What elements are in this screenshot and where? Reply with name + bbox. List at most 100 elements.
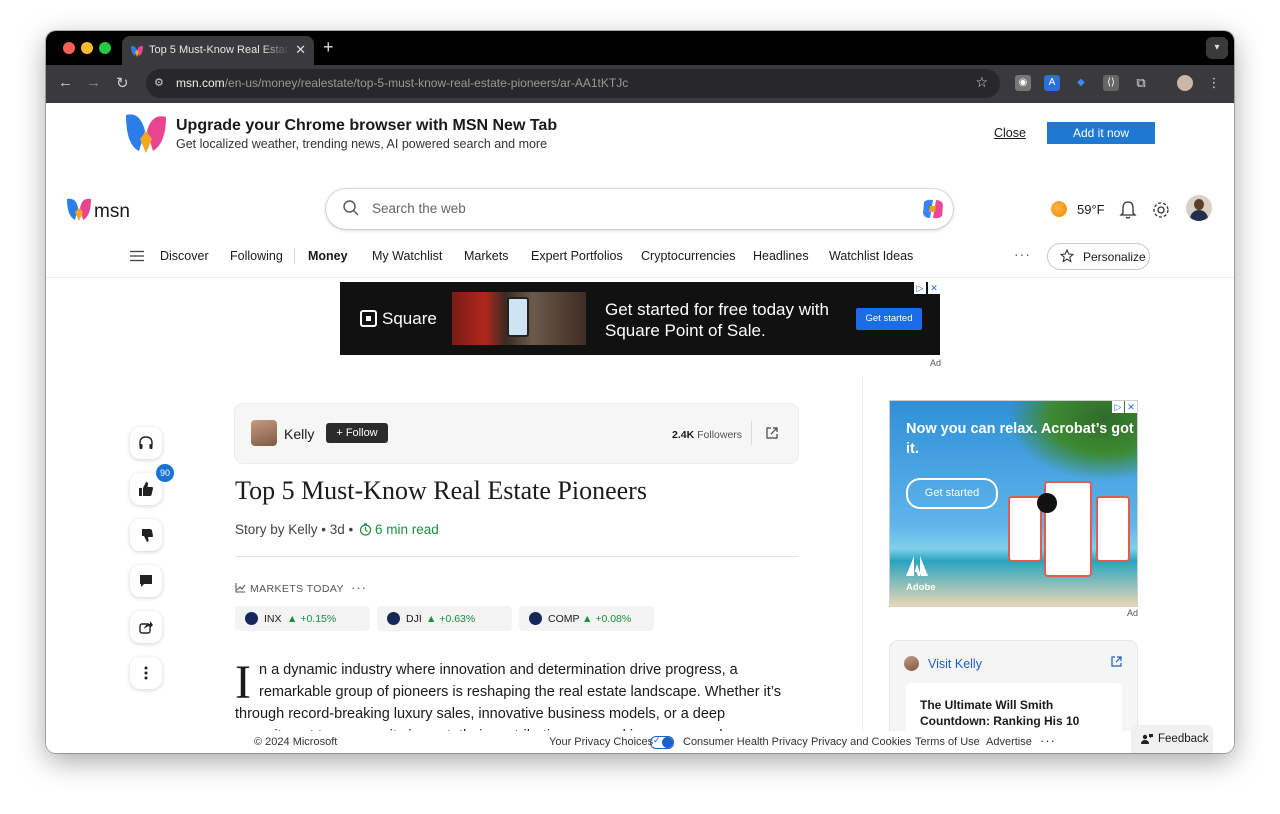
settings-gear-icon[interactable] bbox=[1151, 200, 1171, 220]
url-text[interactable]: msn.com/en-us/money/realestate/top-5-mus… bbox=[176, 76, 628, 90]
adobe-logo: Adobe bbox=[906, 556, 936, 593]
footer-more-icon[interactable]: ··· bbox=[1040, 733, 1056, 748]
footer-link-privacy-choices[interactable]: Your Privacy Choices bbox=[549, 736, 653, 748]
ad-close-icon[interactable]: ✕ bbox=[928, 282, 940, 294]
copilot-icon[interactable] bbox=[921, 198, 945, 220]
nav-item-following[interactable]: Following bbox=[230, 249, 283, 263]
ticker-comp[interactable]: COMP ▲ +0.08% bbox=[519, 606, 654, 631]
nav-item-my-watchlist[interactable]: My Watchlist bbox=[372, 249, 442, 263]
ad-close-icon[interactable]: ✕ bbox=[1125, 401, 1137, 413]
open-external-icon[interactable] bbox=[1110, 655, 1123, 668]
nav-item-cryptocurrencies[interactable]: Cryptocurrencies bbox=[641, 249, 735, 263]
footer-link-advertise[interactable]: Advertise bbox=[986, 736, 1032, 748]
nav-item-headlines[interactable]: Headlines bbox=[753, 249, 809, 263]
adchoices-icon[interactable]: ▷ bbox=[1112, 401, 1124, 413]
add-it-now-button[interactable]: Add it now bbox=[1047, 122, 1155, 144]
notifications-bell-icon[interactable] bbox=[1118, 200, 1138, 220]
promo-subtitle: Get localized weather, trending news, AI… bbox=[176, 137, 548, 151]
ticker-inx[interactable]: INX ▲ +0.15% bbox=[235, 606, 370, 631]
adchoices-icon[interactable]: ▷ bbox=[914, 282, 926, 294]
personalize-button[interactable]: Personalize bbox=[1047, 243, 1150, 270]
extensions-puzzle-icon[interactable]: ⧉ bbox=[1133, 75, 1149, 91]
bookmark-star-icon[interactable]: ☆ bbox=[975, 74, 988, 91]
search-bar[interactable]: Search the web bbox=[326, 189, 953, 229]
ticker-symbol: DJI bbox=[406, 613, 422, 625]
square-banner-ad[interactable]: Square Get started for free today with S… bbox=[340, 282, 940, 355]
msn-logo-butterfly-icon bbox=[67, 198, 91, 221]
user-avatar[interactable] bbox=[1186, 195, 1212, 221]
adobe-side-ad[interactable]: Now you can relax. Acrobat’s got it. Get… bbox=[890, 401, 1137, 606]
ad-cta-button[interactable]: Get started bbox=[856, 308, 922, 330]
comment-button[interactable] bbox=[130, 565, 162, 597]
minimize-window-button[interactable] bbox=[81, 42, 93, 54]
nav-item-money[interactable]: Money bbox=[308, 249, 348, 263]
translate-extension-icon[interactable]: A bbox=[1044, 75, 1060, 91]
open-external-icon[interactable] bbox=[765, 426, 779, 440]
search-input[interactable]: Search the web bbox=[372, 201, 466, 216]
ticker-change-value: +0.15% bbox=[300, 613, 337, 625]
browser-tab-active[interactable]: Top 5 Must-Know Real Estate Pioneers ✕ bbox=[122, 36, 314, 65]
more-vertical-icon bbox=[144, 666, 148, 680]
address-bar[interactable]: ⚙ msn.com/en-us/money/realestate/top-5-m… bbox=[146, 69, 1000, 98]
ad-image bbox=[452, 292, 586, 345]
ticker-symbol: INX bbox=[264, 613, 282, 625]
back-arrow-icon[interactable]: ← bbox=[58, 74, 73, 91]
footer-link-privacy-cookies[interactable]: Privacy and Cookies bbox=[811, 736, 911, 748]
forward-arrow-icon[interactable]: → bbox=[86, 74, 101, 91]
follow-button[interactable]: + Follow bbox=[326, 423, 388, 443]
ticker-change-value: +0.63% bbox=[439, 613, 476, 625]
author-name[interactable]: Kelly bbox=[284, 426, 314, 442]
profile-avatar-icon[interactable] bbox=[1177, 75, 1193, 91]
footer-link-terms[interactable]: Terms of Use bbox=[915, 736, 980, 748]
followers-count: 2.4K Followers bbox=[672, 429, 742, 441]
code-extension-icon[interactable]: ⟨⟩ bbox=[1103, 75, 1119, 91]
hamburger-menu-icon[interactable] bbox=[130, 250, 144, 262]
msn-logo[interactable]: msn bbox=[66, 196, 136, 226]
privacy-choices-toggle-icon[interactable] bbox=[650, 735, 674, 749]
nav-item-discover[interactable]: Discover bbox=[160, 249, 209, 263]
share-button[interactable] bbox=[130, 611, 162, 643]
tab-title: Top 5 Must-Know Real Estate Pioneers bbox=[149, 44, 289, 56]
nav-item-expert-portfolios[interactable]: Expert Portfolios bbox=[531, 249, 623, 263]
reload-icon[interactable]: ↻ bbox=[116, 74, 129, 92]
sunny-weather-icon bbox=[1051, 201, 1067, 217]
tab-close-icon[interactable]: ✕ bbox=[295, 42, 306, 58]
more-actions-button[interactable] bbox=[130, 657, 162, 689]
promo-close-link[interactable]: Close bbox=[994, 126, 1026, 140]
site-info-icon[interactable]: ⚙ bbox=[154, 76, 169, 91]
markets-more-icon[interactable]: ··· bbox=[351, 580, 367, 595]
msn-butterfly-logo-icon bbox=[126, 114, 166, 153]
page-footer: © 2024 Microsoft Your Privacy Choices Co… bbox=[46, 731, 1234, 753]
dislike-button[interactable] bbox=[130, 519, 162, 551]
side-ad-cta-button[interactable]: Get started bbox=[906, 478, 998, 509]
footer-link-consumer-health[interactable]: Consumer Health Privacy bbox=[683, 736, 808, 748]
feedback-label: Feedback bbox=[1158, 733, 1209, 745]
ticker-chart-icon bbox=[245, 612, 258, 625]
ticker-change: ▲ +0.63% bbox=[426, 613, 476, 625]
browser-menu-icon[interactable]: ⋮ bbox=[1206, 75, 1222, 91]
close-window-button[interactable] bbox=[63, 42, 75, 54]
ticker-symbol: COMP bbox=[548, 613, 580, 625]
feedback-button[interactable]: Feedback bbox=[1131, 725, 1213, 753]
maximize-window-button[interactable] bbox=[99, 42, 111, 54]
tab-search-chevron-icon[interactable]: ▾ bbox=[1206, 37, 1228, 59]
nav-more-icon[interactable]: ··· bbox=[1014, 246, 1031, 262]
author-avatar-small bbox=[904, 656, 919, 671]
browser-window: Top 5 Must-Know Real Estate Pioneers ✕ +… bbox=[46, 31, 1234, 753]
author-card: Kelly + Follow 2.4K Followers bbox=[235, 404, 798, 463]
tag-extension-icon[interactable]: ◆ bbox=[1073, 75, 1089, 91]
share-bubble-icon bbox=[1037, 493, 1057, 513]
nav-item-markets[interactable]: Markets bbox=[464, 249, 508, 263]
followers-number: 2.4K bbox=[672, 429, 695, 441]
ticker-dji[interactable]: DJI ▲ +0.63% bbox=[377, 606, 512, 631]
ticker-chart-icon bbox=[387, 612, 400, 625]
listen-button[interactable] bbox=[130, 427, 162, 459]
tab-strip: Top 5 Must-Know Real Estate Pioneers ✕ +… bbox=[46, 31, 1234, 65]
new-tab-button[interactable]: + bbox=[323, 37, 334, 58]
nav-item-watchlist-ideas[interactable]: Watchlist Ideas bbox=[829, 249, 913, 263]
camera-extension-icon[interactable]: ◉ bbox=[1015, 75, 1031, 91]
author-avatar[interactable] bbox=[251, 420, 277, 446]
visit-author-link[interactable]: Visit Kelly bbox=[928, 657, 982, 671]
copyright: © 2024 Microsoft bbox=[254, 736, 338, 748]
read-time-text: 6 min read bbox=[375, 522, 439, 537]
